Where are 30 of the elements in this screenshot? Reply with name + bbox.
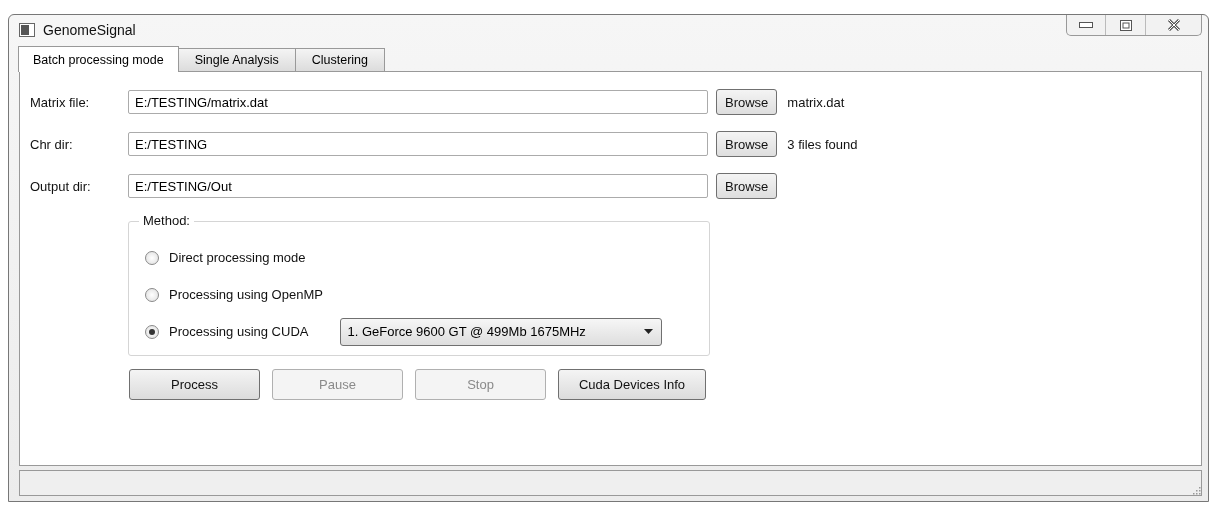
tab[interactable]: Single Analysis [177,48,296,71]
option-label: Processing using OpenMP [169,287,323,302]
field-label: Matrix file: [30,94,91,110]
window-title: GenomeSignal [43,22,137,38]
app-icon [19,23,35,37]
device-dropdown[interactable]: 1. GeForce 9600 GT @ 499Mb 1675MHz [340,317,663,346]
dropdown-arrow-icon [644,329,654,334]
status-text: 3 files found [787,136,858,152]
path-field[interactable]: E:/TESTING/Out [128,174,708,198]
radio-button[interactable] [145,287,159,302]
minimize-icon [1079,22,1093,28]
radio-button[interactable] [145,324,159,339]
tab[interactable]: Batch processing mode [18,46,179,72]
radio-button[interactable] [145,250,159,265]
option-label: Processing using CUDA [169,324,309,339]
action-button[interactable]: Cuda Devices Info [558,369,706,400]
browse-button[interactable]: Browse [716,131,778,157]
maximize-icon [1119,19,1132,31]
group-title: Method: [139,213,194,228]
path-field[interactable]: E:/TESTING/matrix.dat [128,90,708,114]
browse-button[interactable]: Browse [716,89,778,115]
path-field[interactable]: E:/TESTING [128,132,708,156]
field-label: Output dir: [30,178,92,194]
field-label: Chr dir: [30,136,74,152]
tab[interactable]: Clustering [294,48,385,71]
status-text: matrix.dat [787,94,845,110]
browse-button[interactable]: Browse [716,173,778,199]
option-label: Direct processing mode [169,250,306,265]
action-button[interactable]: Process [129,369,260,400]
close-icon [1166,19,1181,31]
